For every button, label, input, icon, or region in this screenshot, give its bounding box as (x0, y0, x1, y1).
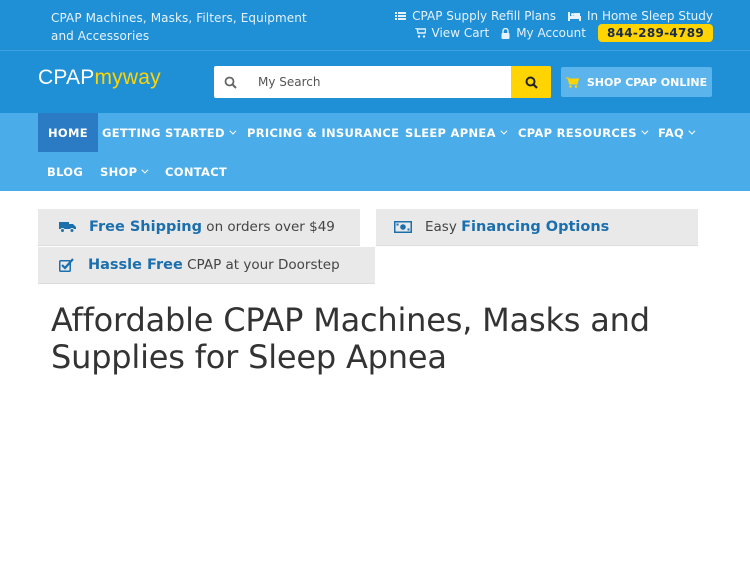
utility-links-row: CPAP Supply Refill Plans In Home Sleep S… (395, 9, 713, 23)
nav-item-faq[interactable]: FAQ (658, 113, 696, 152)
my-account-link[interactable]: My Account (501, 26, 586, 40)
checkbox-check-icon (56, 258, 76, 272)
shipping-bold-text: Free Shipping (89, 219, 203, 235)
bed-icon (567, 12, 581, 21)
truck-icon (57, 221, 77, 233)
main-navigation: HOME GETTING STARTED PRICING & INSURANCE… (0, 113, 750, 191)
search-input[interactable] (246, 66, 511, 98)
list-icon (395, 12, 407, 20)
hassle-bold-text: Hassle Free (88, 257, 183, 273)
sleep-study-label: In Home Sleep Study (586, 9, 713, 23)
account-links-row: View Cart My Account 844-289-4789 (414, 24, 713, 42)
view-cart-link[interactable]: View Cart (414, 26, 490, 40)
page-title: Affordable CPAP Machines, Masks and Supp… (51, 301, 650, 376)
search-icon (525, 76, 538, 89)
financing-bold-text: Financing Options (461, 219, 610, 235)
nav-label: BLOG (47, 164, 84, 179)
magnifier-icon (224, 76, 237, 89)
nav-item-sleep-apnea[interactable]: SLEEP APNEA (405, 113, 508, 152)
nav-label: SHOP (100, 164, 138, 179)
shipping-detail-text: on orders over $49 (202, 219, 335, 235)
nav-label: CPAP RESOURCES (518, 125, 637, 140)
logo-text-cpap: CPAP (38, 66, 95, 89)
nav-label: SLEEP APNEA (405, 125, 496, 140)
hassle-free-banner[interactable]: Hassle Free CPAP at your Doorstep (38, 247, 375, 284)
sleep-study-link[interactable]: In Home Sleep Study (567, 9, 713, 23)
nav-item-shop[interactable]: SHOP (100, 152, 149, 191)
search-submit-button[interactable] (511, 66, 551, 98)
site-header: CPAPmyway SHOP CPAP ONLINE (0, 50, 750, 113)
cart-icon (565, 77, 579, 88)
shop-cpap-online-button[interactable]: SHOP CPAP ONLINE (561, 67, 712, 97)
phone-number-button[interactable]: 844-289-4789 (597, 24, 713, 42)
view-cart-label: View Cart (431, 26, 490, 40)
lock-icon (501, 27, 510, 39)
nav-item-getting-started[interactable]: GETTING STARTED (102, 113, 237, 152)
nav-item-pricing-insurance[interactable]: PRICING & INSURANCE (247, 113, 399, 152)
search-bar (214, 66, 551, 98)
nav-label: PRICING & INSURANCE (247, 125, 400, 140)
site-logo[interactable]: CPAPmyway (38, 66, 161, 90)
free-shipping-banner[interactable]: Free Shipping on orders over $49 (38, 209, 360, 246)
nav-label: HOME (48, 125, 88, 140)
chevron-down-icon (141, 166, 149, 174)
search-field-icon (214, 66, 246, 98)
nav-item-contact[interactable]: CONTACT (165, 152, 227, 191)
chevron-down-icon (229, 127, 237, 135)
shop-button-label: SHOP CPAP ONLINE (586, 75, 708, 89)
nav-item-home[interactable]: HOME (38, 113, 98, 152)
refill-plans-label: CPAP Supply Refill Plans (412, 9, 556, 23)
nav-label: GETTING STARTED (102, 125, 225, 140)
hassle-detail-text: CPAP at your Doorstep (182, 257, 340, 273)
nav-label: CONTACT (165, 164, 228, 179)
chevron-down-icon (641, 127, 649, 135)
chevron-down-icon (500, 127, 508, 135)
my-account-label: My Account (516, 26, 586, 40)
chevron-down-icon (688, 127, 696, 135)
nav-item-blog[interactable]: BLOG (47, 152, 83, 191)
site-tagline: CPAP Machines, Masks, Filters, Equipment… (51, 11, 307, 43)
nav-item-cpap-resources[interactable]: CPAP RESOURCES (518, 113, 649, 152)
money-icon (393, 221, 413, 233)
refill-plans-link[interactable]: CPAP Supply Refill Plans (395, 9, 556, 23)
logo-text-myway: myway (94, 66, 161, 89)
cart-icon (414, 28, 426, 38)
utility-bar: CPAP Machines, Masks, Filters, Equipment… (0, 0, 750, 50)
financing-pre-text: Easy (425, 219, 462, 235)
nav-label: FAQ (658, 125, 685, 140)
financing-options-banner[interactable]: Easy Financing Options (376, 209, 698, 246)
